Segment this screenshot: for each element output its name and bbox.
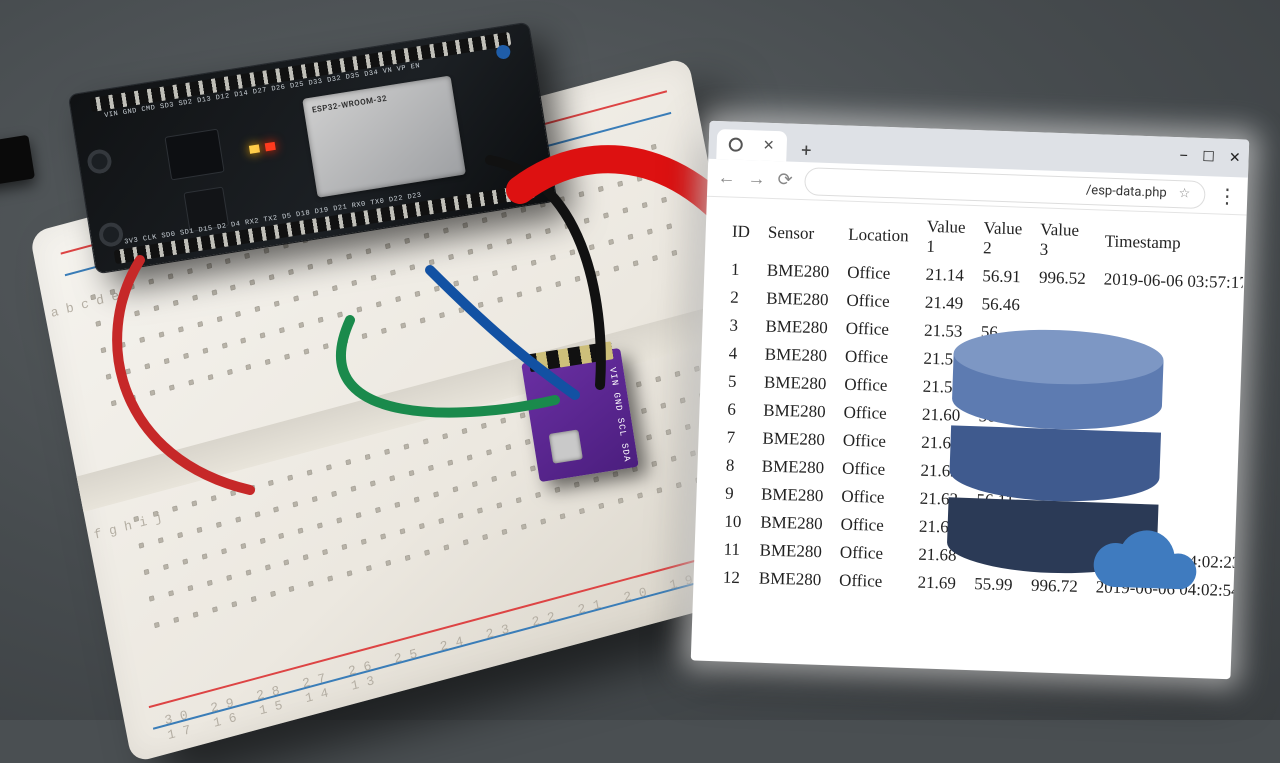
table-cell: Office [841,317,910,343]
col-value2: Value 2 [979,216,1027,261]
table-cell: 56.91 [978,264,1025,289]
table-cell: BME280 [763,259,834,285]
table-cell: Office [838,457,907,483]
table-cell: BME280 [759,398,830,424]
table-cell: 21.49 [921,291,968,316]
table-cell: 12 [719,565,746,590]
table-cell: 5 [724,370,751,395]
table-cell: 7 [722,426,749,451]
col-timestamp: Timestamp [1100,219,1244,267]
esp32-indicator-dot [495,44,511,60]
table-cell: 6 [723,398,750,423]
table-cell: BME280 [756,510,827,536]
table-cell: Office [841,345,910,371]
table-cell: 56.46 [977,292,1024,317]
esp32-boot-button [97,221,124,248]
tab-close-icon[interactable]: ✕ [762,138,774,154]
table-cell: 8 [722,454,749,479]
window-close-button[interactable]: ✕ [1229,150,1241,166]
table-cell: 11 [719,538,746,563]
table-cell: Office [842,289,911,315]
table-cell: BME280 [762,287,833,313]
browser-tab[interactable]: ✕ [716,129,787,161]
cloud-icon [1087,526,1209,600]
col-sensor: Sensor [763,211,834,257]
bme280-sensor-chip [549,429,583,463]
col-location: Location [844,213,914,259]
table-cell [1099,295,1245,323]
table-cell: 9 [721,482,748,507]
table-cell: 1 [727,258,754,283]
table-cell: 4 [724,342,751,367]
table-cell: Office [835,569,904,595]
table-cell: BME280 [760,370,831,396]
col-id: ID [727,210,754,255]
table-cell: 2019-06-06 03:57:17 [1099,267,1244,295]
forward-button[interactable]: → [747,168,766,190]
table-cell: 2 [726,286,753,311]
table-cell: BME280 [757,482,828,508]
table-cell: 10 [720,510,747,535]
table-cell: BME280 [755,566,826,592]
reload-button[interactable]: ⟳ [777,169,793,191]
new-tab-button[interactable]: + [794,138,819,163]
table-cell: Office [836,513,905,539]
table-cell: 3 [725,314,752,339]
window-minimize-button[interactable]: – [1179,148,1189,164]
table-cell: Office [839,401,908,427]
bookmark-star-icon[interactable]: ☆ [1178,186,1190,201]
table-cell: Office [836,541,905,567]
window-maximize-button[interactable]: ☐ [1202,149,1215,165]
table-cell: Office [840,373,909,399]
table-cell [1034,294,1089,319]
table-cell: BME280 [755,538,826,564]
table-cell: BME280 [757,454,828,480]
col-value1: Value 1 [922,215,970,260]
bme280-board: VIN GND SCL SDA [521,348,639,482]
esp32-user-led [265,142,276,151]
address-bar-url: /esp-data.php [1086,183,1167,201]
tab-favicon-icon [729,137,743,151]
table-cell: Office [843,261,912,287]
esp32-power-led [249,144,260,153]
table-cell: 21.14 [921,263,968,288]
table-cell: BME280 [758,426,829,452]
table-cell: Office [837,485,906,511]
esp32-en-button [86,148,113,175]
esp32-usb-chip [164,129,224,181]
table-cell: Office [839,429,908,455]
table-cell: 996.52 [1035,266,1090,291]
table-cell: BME280 [760,343,831,369]
browser-menu-button[interactable]: ⋮ [1217,183,1238,208]
back-button[interactable]: ← [717,167,736,189]
col-value3: Value 3 [1035,218,1091,263]
table-cell: BME280 [761,315,832,341]
